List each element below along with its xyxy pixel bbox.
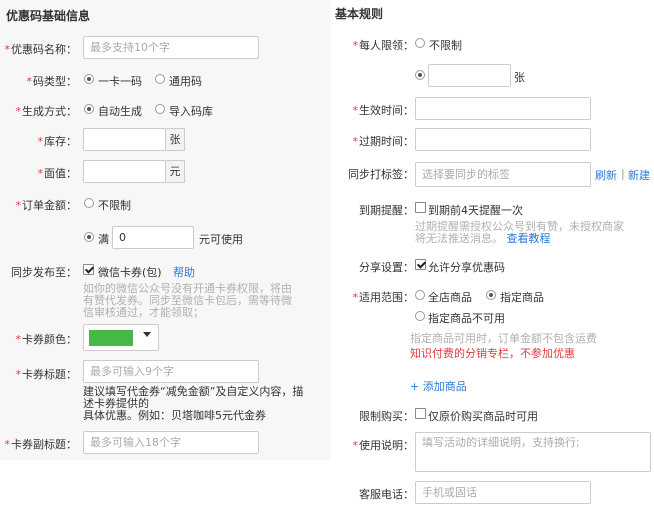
label-order-amount: *订单金额： <box>15 199 78 212</box>
radio-label-one-card-one-code: 一卡一码 <box>98 75 142 88</box>
radio-label-universal-code: 通用码 <box>169 75 202 88</box>
label-code-type: *码类型： <box>26 75 78 88</box>
label-expire-remind: 到期提醒： <box>359 204 414 217</box>
link-separator: | <box>621 167 625 180</box>
radio-scope-all[interactable] <box>415 290 425 300</box>
checkbox-label-allow-share: 允许分享优惠码 <box>428 261 505 274</box>
label-share: 分享设置： <box>359 261 414 274</box>
stock-input[interactable] <box>83 128 166 151</box>
scope-warning: 知识付费的分销专栏，不参加优惠 <box>410 347 575 360</box>
radio-scope-specified[interactable] <box>486 290 496 300</box>
refresh-tags-link[interactable]: 刷新 <box>595 167 617 183</box>
checkbox-wechat-card[interactable] <box>83 264 94 275</box>
radio-label-per-person-unlimited: 不限制 <box>429 39 462 52</box>
label-sync-tag: 同步打标签： <box>348 168 414 181</box>
scope-note: 指定商品可用时，订单金额不包含运费 <box>410 332 597 345</box>
checkbox-label-limit-buy: 仅原价购买商品时可用 <box>428 410 538 423</box>
label-stock: *库存： <box>37 135 78 148</box>
label-card-subtitle: *卡券副标题： <box>4 438 78 451</box>
radio-import-codes[interactable] <box>155 104 165 114</box>
checkbox-label-wechat-card: 微信卡券(包) <box>98 266 162 279</box>
color-swatch <box>89 330 133 346</box>
radio-per-person-unlimited[interactable] <box>415 38 425 48</box>
radio-order-unlimited[interactable] <box>84 198 94 208</box>
stock-unit: 张 <box>166 128 185 151</box>
label-per-person: *每人限领： <box>352 39 415 52</box>
radio-auto-generate[interactable] <box>84 104 94 114</box>
per-person-unit: 张 <box>514 71 525 84</box>
face-value-unit: 元 <box>166 160 185 183</box>
order-full-amount-input[interactable]: 0 <box>112 226 194 249</box>
radio-label-import-codes: 导入码库 <box>169 105 213 118</box>
help-link[interactable]: 帮助 <box>173 264 195 280</box>
basic-info-panel: 优惠码基础信息 *优惠码名称： 最多支持10个字 *码类型： 一卡一码 通用码 … <box>0 0 331 460</box>
view-tutorial-link[interactable]: 查看教程 <box>507 232 551 245</box>
radio-one-card-one-code[interactable] <box>84 74 94 84</box>
label-sync-publish: 同步发布至： <box>11 266 77 279</box>
add-products-button[interactable]: + 添加商品 <box>410 378 467 394</box>
card-color-picker[interactable] <box>83 324 159 351</box>
label-coupon-name: *优惠码名称： <box>4 43 78 56</box>
caret-down-icon <box>143 332 151 337</box>
radio-label-order-full: 满 <box>98 233 109 246</box>
label-card-title: *卡券标题： <box>15 368 78 381</box>
label-effective-time: *生效时间： <box>352 104 415 117</box>
label-expire-time: *过期时间： <box>352 135 415 148</box>
order-amount-suffix: 元可使用 <box>199 233 243 246</box>
card-title-input[interactable]: 最多可输入9个字 <box>83 360 259 383</box>
label-gen-method: *生成方式： <box>15 105 78 118</box>
effective-time-input[interactable] <box>415 97 591 120</box>
card-subtitle-input[interactable]: 最多可输入18个字 <box>83 431 259 454</box>
radio-label-scope-specified: 指定商品 <box>500 291 544 304</box>
checkbox-allow-share[interactable] <box>415 259 426 270</box>
label-scope: *适用范围： <box>352 291 415 304</box>
label-card-color: *卡券颜色： <box>15 333 78 346</box>
card-title-note: 建议填写代金券“减免金额”及自定义内容，描 述卡券提供的 具体优惠。例如：贝塔咖… <box>83 385 304 422</box>
checkbox-expire-remind[interactable] <box>415 202 426 213</box>
section-title-basic-rules: 基本规则 <box>335 7 384 21</box>
expire-time-input[interactable] <box>415 128 591 151</box>
basic-rules-panel: 基本规则 *每人限领： 不限制 张 *生效时间： *过期时间： 同步打标签： 选… <box>331 0 654 508</box>
required-mark: * <box>4 43 11 56</box>
coupon-name-input[interactable]: 最多支持10个字 <box>83 36 259 59</box>
radio-universal-code[interactable] <box>155 74 165 84</box>
per-person-limit-input[interactable] <box>428 64 511 87</box>
radio-label-scope-all: 全店商品 <box>428 291 472 304</box>
section-title-basic-info: 优惠码基础信息 <box>6 9 91 23</box>
radio-order-full[interactable] <box>84 232 94 242</box>
expire-remind-hint: 过期提醒需授权公众号到有赞，未授权商家 将无法推送消息。 查看教程 <box>415 220 624 245</box>
face-value-input[interactable] <box>83 160 166 183</box>
radio-label-scope-excluded: 指定商品不可用 <box>428 312 505 325</box>
label-limit-buy: 限制购买： <box>359 410 414 423</box>
checkbox-label-expire-remind: 到期前4天提醒一次 <box>428 204 523 217</box>
sync-publish-hint: 如你的微信公众号没有开通卡券权限，将由 有赞代发券。同步至微信卡包后，需等待微 … <box>83 282 292 319</box>
label-face-value: *面值： <box>37 167 78 180</box>
radio-label-order-unlimited: 不限制 <box>98 199 131 212</box>
service-phone-input[interactable]: 手机或固话 <box>415 481 591 504</box>
usage-textarea[interactable]: 填写活动的详细说明，支持换行; <box>415 432 651 472</box>
radio-label-auto-generate: 自动生成 <box>98 105 142 118</box>
sync-tag-select[interactable]: 选择要同步的标签 <box>415 162 591 187</box>
checkbox-limit-buy[interactable] <box>415 408 426 419</box>
label-service-phone: 客服电话： <box>359 488 414 501</box>
radio-per-person-limit[interactable] <box>415 70 425 80</box>
radio-scope-excluded[interactable] <box>415 311 425 321</box>
label-usage: *使用说明： <box>352 439 415 452</box>
new-tag-link[interactable]: 新建 <box>628 167 650 183</box>
